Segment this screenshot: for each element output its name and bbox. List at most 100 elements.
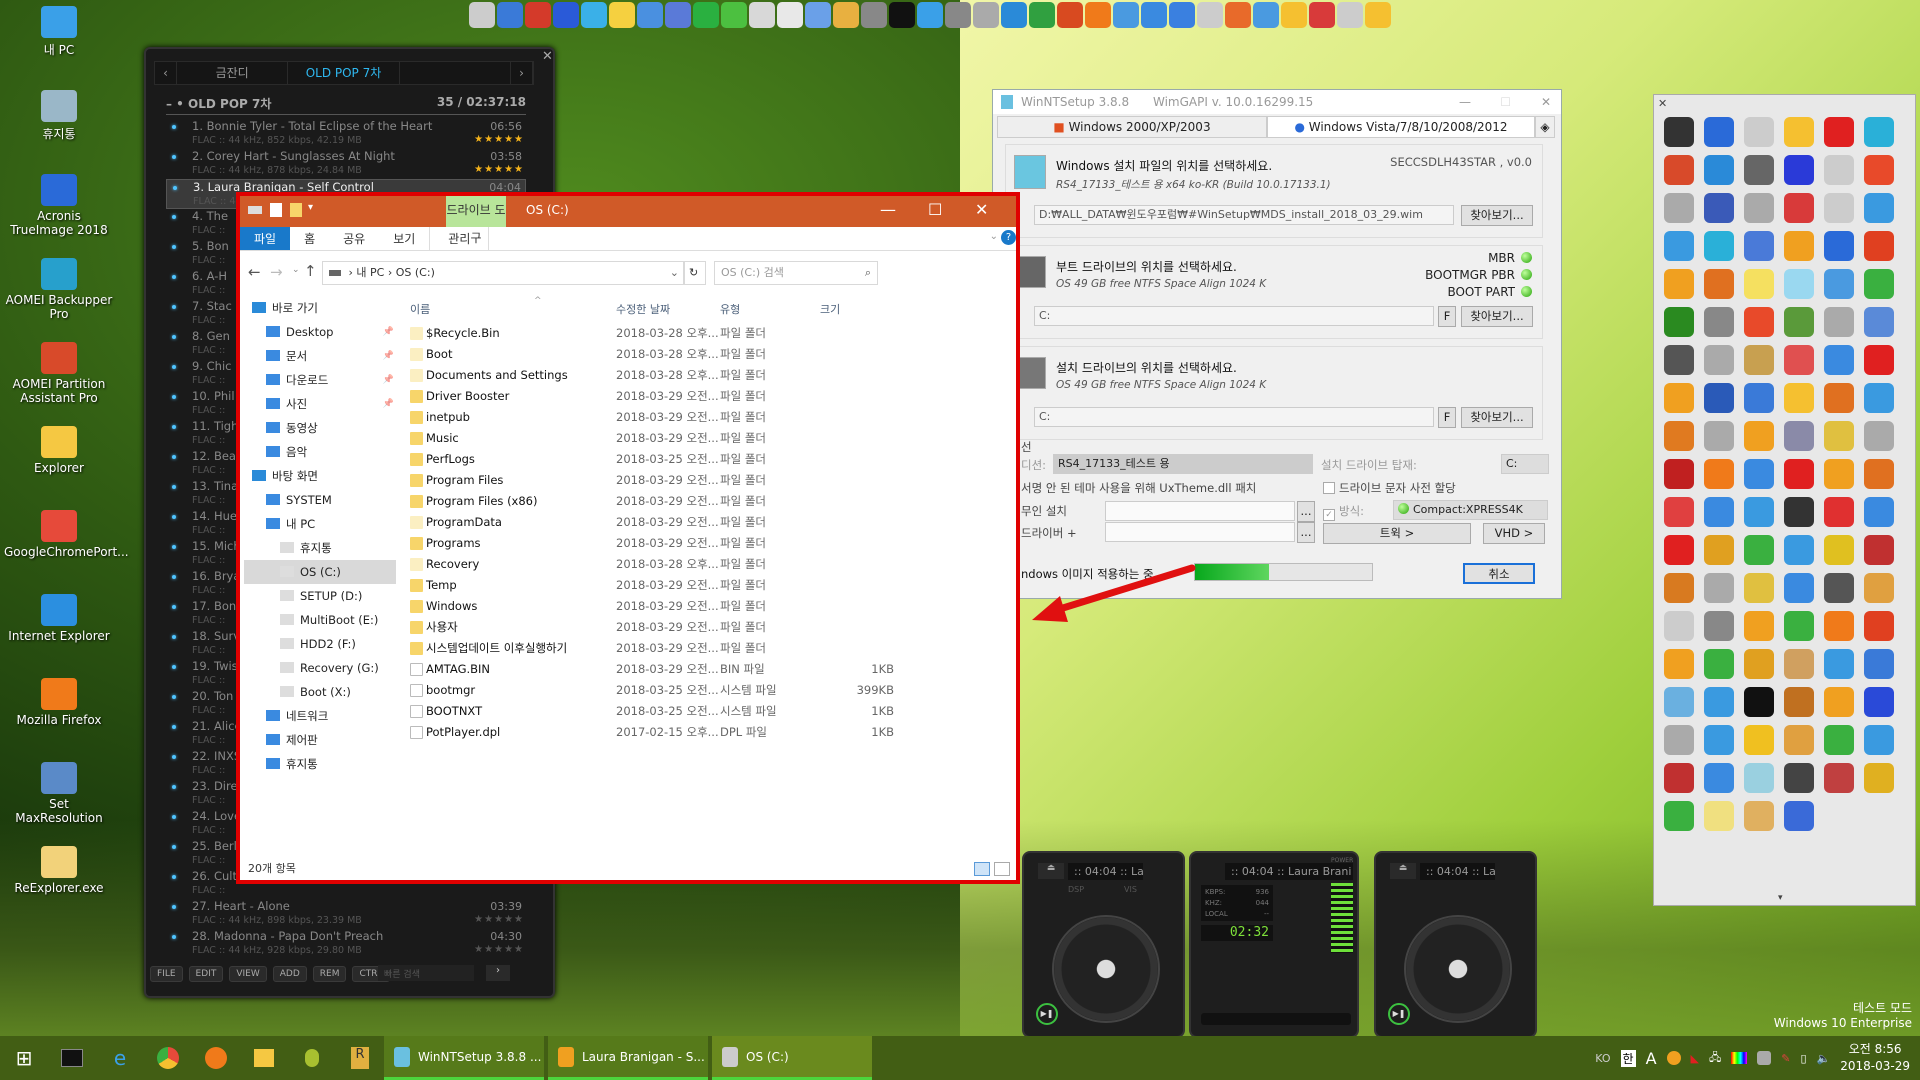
launcher-app-icon[interactable]	[1864, 573, 1894, 603]
tray-tool-icon[interactable]: ✎	[1781, 1052, 1790, 1065]
breadcrumb-os-c[interactable]: OS (C:)	[396, 266, 435, 279]
launcher-app-icon[interactable]	[1784, 117, 1814, 147]
launcher-app-icon[interactable]	[1784, 535, 1814, 565]
launcher-app-icon[interactable]	[1744, 383, 1774, 413]
desktop-shortcut[interactable]: AOMEI Partition Assistant Pro	[4, 342, 114, 405]
quicklaunch-icon[interactable]	[889, 2, 915, 28]
launcher-app-icon[interactable]	[1824, 231, 1854, 261]
file-row[interactable]: bootmgr 2018-03-25 오전... 시스템 파일 399KB	[404, 680, 1004, 701]
quicklaunch-icon[interactable]	[553, 2, 579, 28]
breadcrumb-this-pc[interactable]: 내 PC	[356, 266, 384, 279]
crossfader[interactable]	[1201, 1013, 1351, 1025]
nav-item[interactable]: SETUP (D:)	[244, 584, 396, 608]
launcher-app-icon[interactable]	[1864, 345, 1894, 375]
playlist-item[interactable]: 28. Madonna - Papa Don't Preach FLAC :: 4…	[166, 929, 526, 959]
launcher-app-icon[interactable]	[1704, 193, 1734, 223]
launcher-app-icon[interactable]	[1824, 573, 1854, 603]
launcher-app-icon[interactable]	[1744, 573, 1774, 603]
launcher-app-icon[interactable]	[1824, 155, 1854, 185]
launcher-app-icon[interactable]	[1664, 535, 1694, 565]
launcher-app-icon[interactable]	[1784, 307, 1814, 337]
launcher-app-icon[interactable]	[1824, 383, 1854, 413]
rating-stars[interactable]: ★★★★★	[474, 134, 524, 145]
launcher-app-icon[interactable]	[1784, 155, 1814, 185]
launcher-app-icon[interactable]	[1664, 421, 1694, 451]
tray-app-icon[interactable]: ◣	[1691, 1052, 1699, 1065]
refresh-button[interactable]: ↻	[684, 261, 706, 285]
column-name[interactable]: 이름	[410, 301, 430, 317]
desktop-shortcut[interactable]: Internet Explorer	[4, 594, 114, 643]
launcher-app-icon[interactable]	[1664, 611, 1694, 641]
start-button[interactable]: ⊞	[0, 1036, 48, 1080]
network-icon[interactable]: 🖧	[1709, 1049, 1721, 1068]
launcher-app-icon[interactable]	[1744, 801, 1774, 831]
nav-item[interactable]: 다운로드 📌	[244, 368, 396, 392]
install-browse-button[interactable]: 찾아보기...	[1461, 407, 1533, 428]
launcher-app-icon[interactable]	[1784, 459, 1814, 489]
tab-playlist-1[interactable]: 금잔디	[177, 62, 289, 84]
desktop-shortcut[interactable]: Set MaxResolution	[4, 762, 114, 825]
tab-left-arrow[interactable]: ‹	[155, 62, 177, 84]
launcher-app-icon[interactable]	[1704, 231, 1734, 261]
large-icons-view-button[interactable]	[994, 862, 1010, 876]
launcher-app-icon[interactable]	[1664, 231, 1694, 261]
launcher-app-icon[interactable]	[1864, 117, 1894, 147]
nav-item[interactable]: Desktop 📌	[244, 320, 396, 344]
nav-item[interactable]: 휴지통	[244, 752, 396, 776]
minimize-button[interactable]: —	[1459, 90, 1471, 114]
forward-button[interactable]: →	[270, 263, 283, 281]
quicklaunch-icon[interactable]	[1169, 2, 1195, 28]
launcher-app-icon[interactable]	[1664, 155, 1694, 185]
nav-item[interactable]: 사진 📌	[244, 392, 396, 416]
launcher-app-icon[interactable]	[1864, 687, 1894, 717]
desktop-shortcut[interactable]: Acronis TrueImage 2018	[4, 174, 114, 237]
launcher-app-icon[interactable]	[1784, 231, 1814, 261]
launcher-app-icon[interactable]	[1664, 307, 1694, 337]
file-row[interactable]: Temp 2018-03-29 오전... 파일 폴더	[404, 575, 1004, 596]
launcher-app-icon[interactable]	[1744, 117, 1774, 147]
jog-wheel[interactable]	[1052, 915, 1160, 1023]
quicklaunch-icon[interactable]	[1197, 2, 1223, 28]
column-size[interactable]: 크기	[820, 301, 840, 317]
launcher-app-icon[interactable]	[1864, 611, 1894, 641]
unattended-input[interactable]	[1105, 501, 1295, 521]
launcher-app-icon[interactable]	[1704, 763, 1734, 793]
quicklaunch-icon[interactable]	[1309, 2, 1335, 28]
utility-taskbar-icon[interactable]	[288, 1036, 336, 1080]
back-button[interactable]: ←	[248, 263, 261, 281]
column-type[interactable]: 유형	[720, 301, 740, 317]
launcher-app-icon[interactable]	[1744, 155, 1774, 185]
file-row[interactable]: Program Files (x86) 2018-03-29 오전... 파일 폴더	[404, 491, 1004, 512]
eject-button[interactable]: ⏏	[1390, 863, 1416, 879]
launcher-app-icon[interactable]	[1744, 611, 1774, 641]
clock[interactable]: 오전 8:56 2018-03-29	[1840, 1041, 1910, 1075]
launcher-app-icon[interactable]	[1744, 269, 1774, 299]
nav-item[interactable]: HDD2 (F:)	[244, 632, 396, 656]
close-button[interactable]: ✕	[1541, 90, 1551, 114]
up-button[interactable]: ↑	[304, 262, 317, 280]
source-browse-button[interactable]: 찾아보기...	[1461, 205, 1533, 226]
taskbar-app-button[interactable]: Laura Branigan - S...	[548, 1036, 708, 1080]
close-icon[interactable]: ✕	[542, 49, 553, 64]
launcher-app-icon[interactable]	[1744, 649, 1774, 679]
launcher-app-icon[interactable]	[1784, 763, 1814, 793]
launcher-app-icon[interactable]	[1784, 193, 1814, 223]
quicklaunch-icon[interactable]	[581, 2, 607, 28]
launcher-app-icon[interactable]	[1704, 497, 1734, 527]
edition-select[interactable]: RS4_17133_테스트 용	[1053, 454, 1313, 474]
volume-icon[interactable]: 🔈	[1817, 1052, 1831, 1065]
vhd-button[interactable]: VHD >	[1483, 523, 1545, 544]
launcher-app-icon[interactable]	[1704, 573, 1734, 603]
rating-stars[interactable]: ★★★★★	[474, 914, 524, 925]
launcher-app-icon[interactable]	[1704, 155, 1734, 185]
launcher-app-icon[interactable]	[1744, 725, 1774, 755]
launcher-app-icon[interactable]	[1864, 269, 1894, 299]
mount-drive-select[interactable]: C:	[1501, 454, 1549, 474]
jog-wheel[interactable]	[1404, 915, 1512, 1023]
firefox-taskbar-icon[interactable]	[192, 1036, 240, 1080]
search-input[interactable]: OS (C:) 검색 ⌕	[714, 261, 878, 285]
file-row[interactable]: PotPlayer.dpl 2017-02-15 오후... DPL 파일 1KB	[404, 722, 1004, 743]
rating-stars[interactable]: ★★★★★	[474, 164, 524, 175]
boot-format-button[interactable]: F	[1438, 306, 1456, 327]
file-row[interactable]: Windows 2018-03-29 오전... 파일 폴더	[404, 596, 1004, 617]
